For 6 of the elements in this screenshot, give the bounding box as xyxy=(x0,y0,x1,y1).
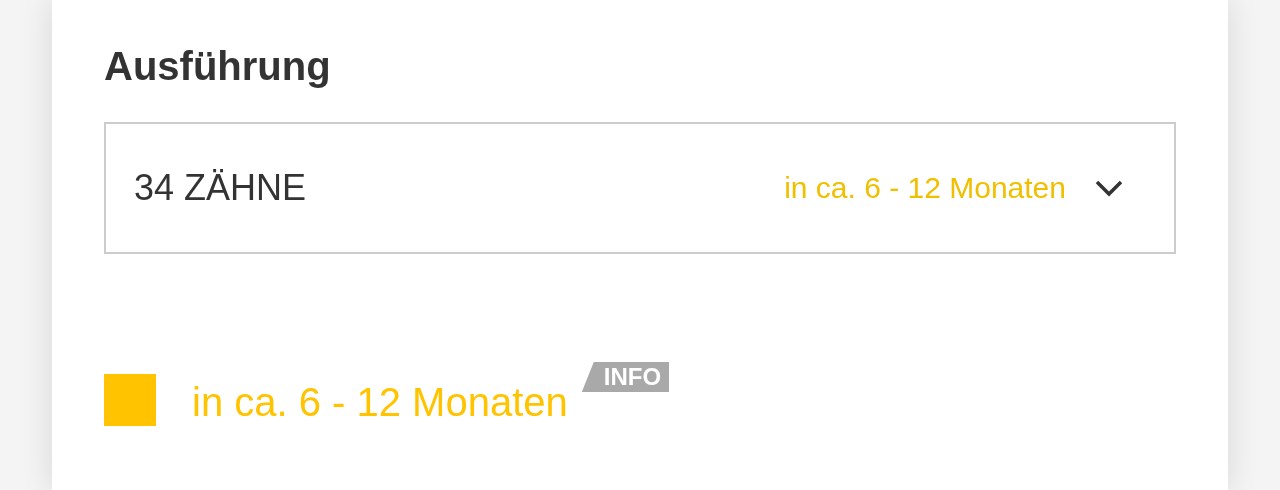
chevron-down-icon xyxy=(1094,179,1124,197)
availability-text: in ca. 6 - 12 Monaten xyxy=(192,382,568,422)
section-title: Ausführung xyxy=(104,43,331,90)
delivery-time: in ca. 6 - 12 Monaten xyxy=(784,173,1066,203)
select-value: 34 ZÄHNE xyxy=(134,170,307,206)
option-select[interactable]: 34 ZÄHNE in ca. 6 - 12 Monaten xyxy=(104,122,1176,254)
